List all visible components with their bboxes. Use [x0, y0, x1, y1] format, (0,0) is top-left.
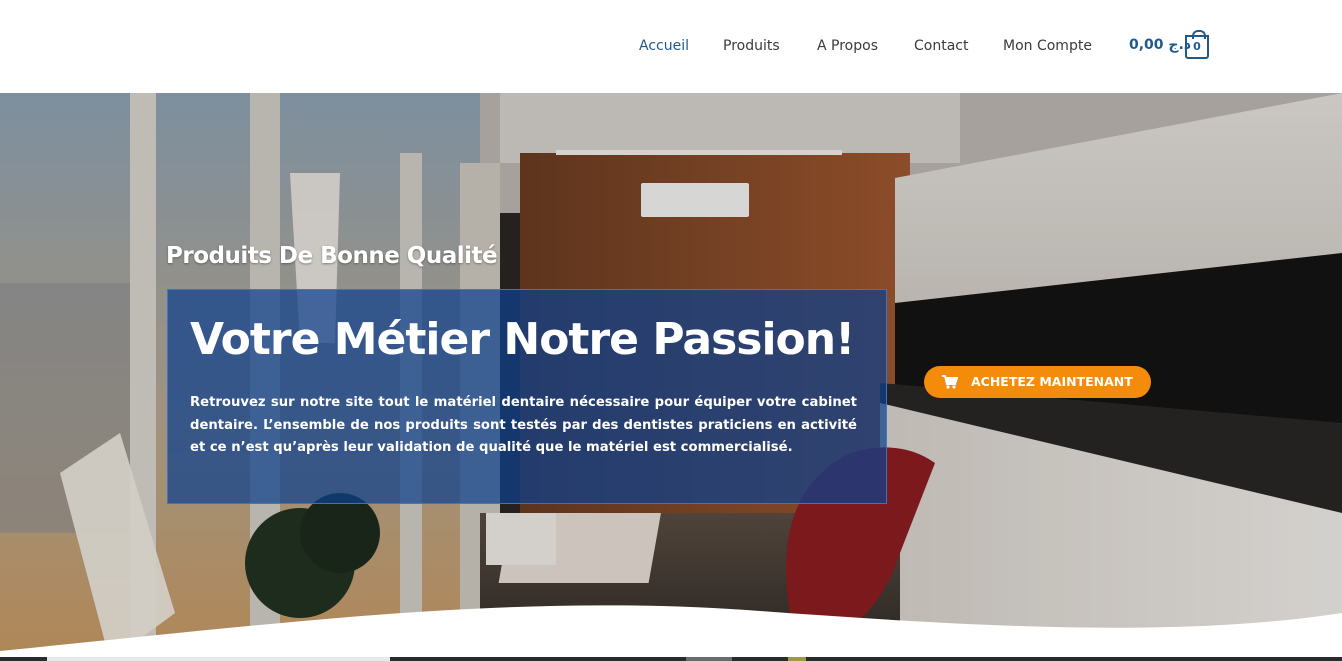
cart-count: 0: [1193, 40, 1201, 53]
shop-now-label: ACHETEZ MAINTENANT: [971, 374, 1133, 389]
hero-subtitle: Produits De Bonne Qualité: [166, 243, 498, 269]
hero-text-panel: Votre Métier Notre Passion! Retrouvez su…: [167, 289, 887, 504]
shop-now-button[interactable]: ACHETEZ MAINTENANT: [924, 366, 1151, 398]
cart-icon: [942, 375, 958, 389]
next-section-edge: [0, 657, 1342, 661]
nav-item-accueil[interactable]: Accueil: [639, 36, 689, 56]
nav-item-produits[interactable]: Produits: [723, 36, 780, 56]
nav-item-mon-compte[interactable]: Mon Compte: [1003, 36, 1092, 56]
hero-headline: Votre Métier Notre Passion!: [190, 314, 855, 365]
nav-item-contact[interactable]: Contact: [914, 36, 968, 56]
hero-banner: Produits De Bonne Qualité Votre Métier N…: [0, 93, 1342, 661]
site-header: Accueil Produits A Propos Contact Mon Co…: [0, 0, 1342, 93]
hero-description: Retrouvez sur notre site tout le matérie…: [190, 395, 857, 456]
shopping-bag-icon: 0: [1185, 30, 1209, 59]
cart-amount: 0,00 د.ج: [1129, 37, 1192, 53]
nav-item-a-propos[interactable]: A Propos: [817, 36, 878, 56]
